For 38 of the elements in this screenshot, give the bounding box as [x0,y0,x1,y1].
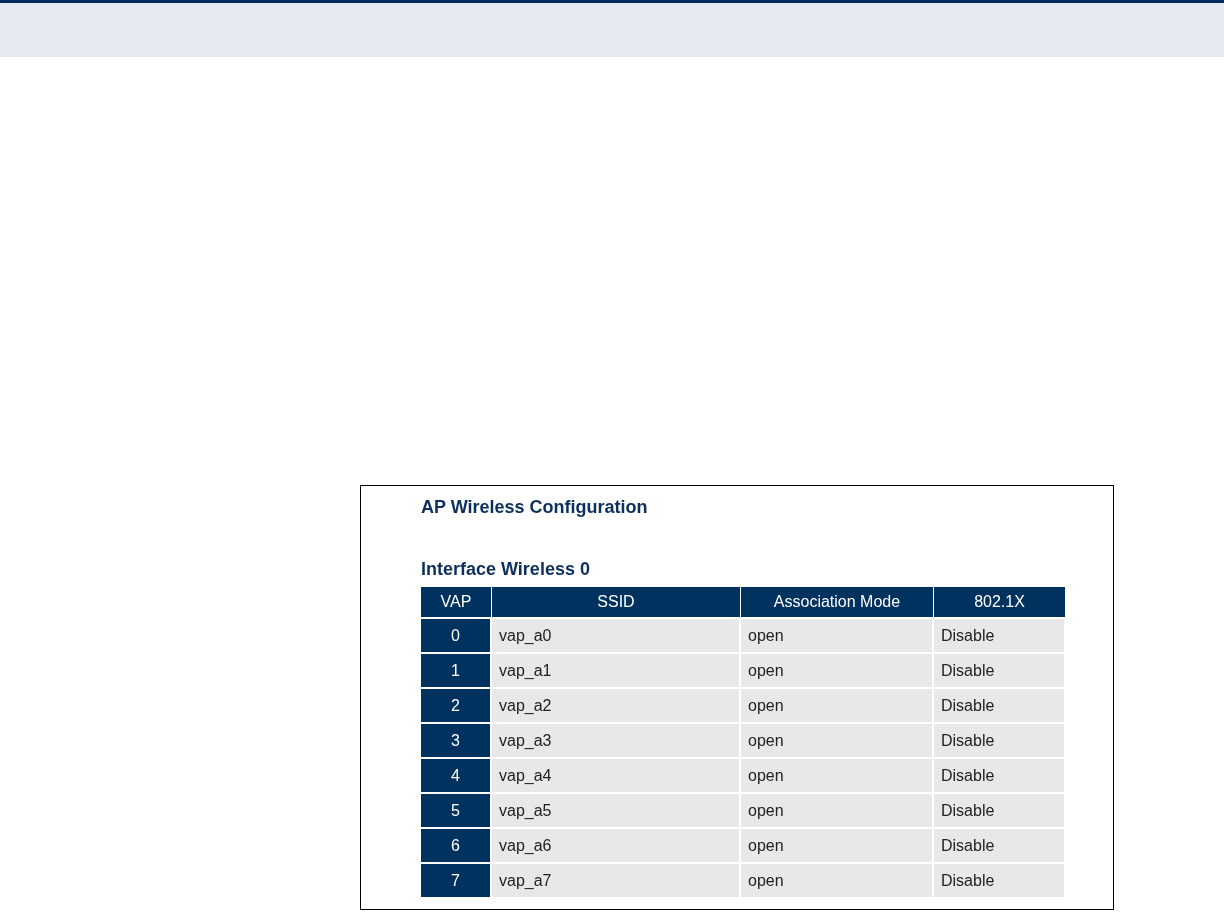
column-header: 802.1X [934,587,1066,617]
table-cell: vap_a4 [492,757,741,792]
table-cell: open [741,687,934,722]
table-cell: Disable [934,687,1066,722]
table-cell: vap_a2 [492,687,741,722]
table-cell: 6 [421,827,492,862]
table-cell: Disable [934,757,1066,792]
table-cell: vap_a6 [492,827,741,862]
table-cell: 7 [421,862,492,897]
table-cell: open [741,617,934,652]
table-cell: vap_a0 [492,617,741,652]
table-cell: open [741,652,934,687]
table-cell: open [741,722,934,757]
table-cell: Disable [934,792,1066,827]
table-cell: 4 [421,757,492,792]
table-cell: Disable [934,722,1066,757]
table-cell: vap_a1 [492,652,741,687]
table-cell: 0 [421,617,492,652]
table-cell: 3 [421,722,492,757]
table-cell: 5 [421,792,492,827]
table-cell: 1 [421,652,492,687]
table-cell: open [741,862,934,897]
table-cell: 2 [421,687,492,722]
table-cell: vap_a3 [492,722,741,757]
table-cell: Disable [934,827,1066,862]
column-header: VAP [421,587,492,617]
column-header: SSID [492,587,741,617]
section-heading: Interface Wireless 0 [421,559,591,580]
table-cell: Disable [934,652,1066,687]
table-cell: open [741,757,934,792]
table-cell: vap_a5 [492,792,741,827]
table-cell: open [741,827,934,862]
page-title: AP Wireless Configuration [421,497,649,519]
table-cell: open [741,792,934,827]
table-cell: Disable [934,862,1066,897]
column-header: Association Mode [741,587,934,617]
table-cell: Disable [934,617,1066,652]
table-cell: vap_a7 [492,862,741,897]
